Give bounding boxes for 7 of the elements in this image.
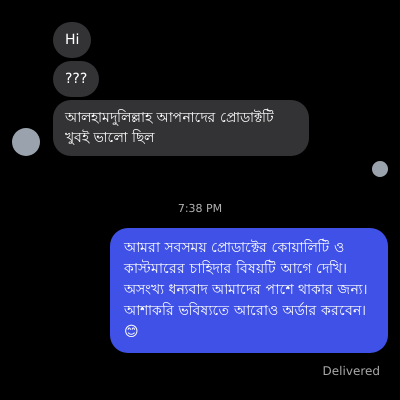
delivery-status: Delivered — [322, 364, 380, 378]
message-bubble: Hi — [53, 22, 92, 58]
message-bubble: আমরা সবসময় প্রোডাক্টের কোয়ালিটি ও কাস্টমারের চাহিদার বিষয়টি আগে দেখি। অসংখ্য ধন্যবাদ আমাদের পাশে থাকার জন্য। আশাকরি ভবিষ্যতে আরোও অর্ডার করবেন।😊 — [110, 228, 388, 353]
message-bubble: আলহামদুলিল্লাহ আপনাদের প্রোডাক্টটি খুবই ভালো ছিল — [53, 100, 309, 156]
timestamp: 7:38 PM — [178, 202, 222, 215]
seen-avatar-placeholder — [372, 161, 388, 177]
message-bubble: ??? — [53, 61, 100, 97]
